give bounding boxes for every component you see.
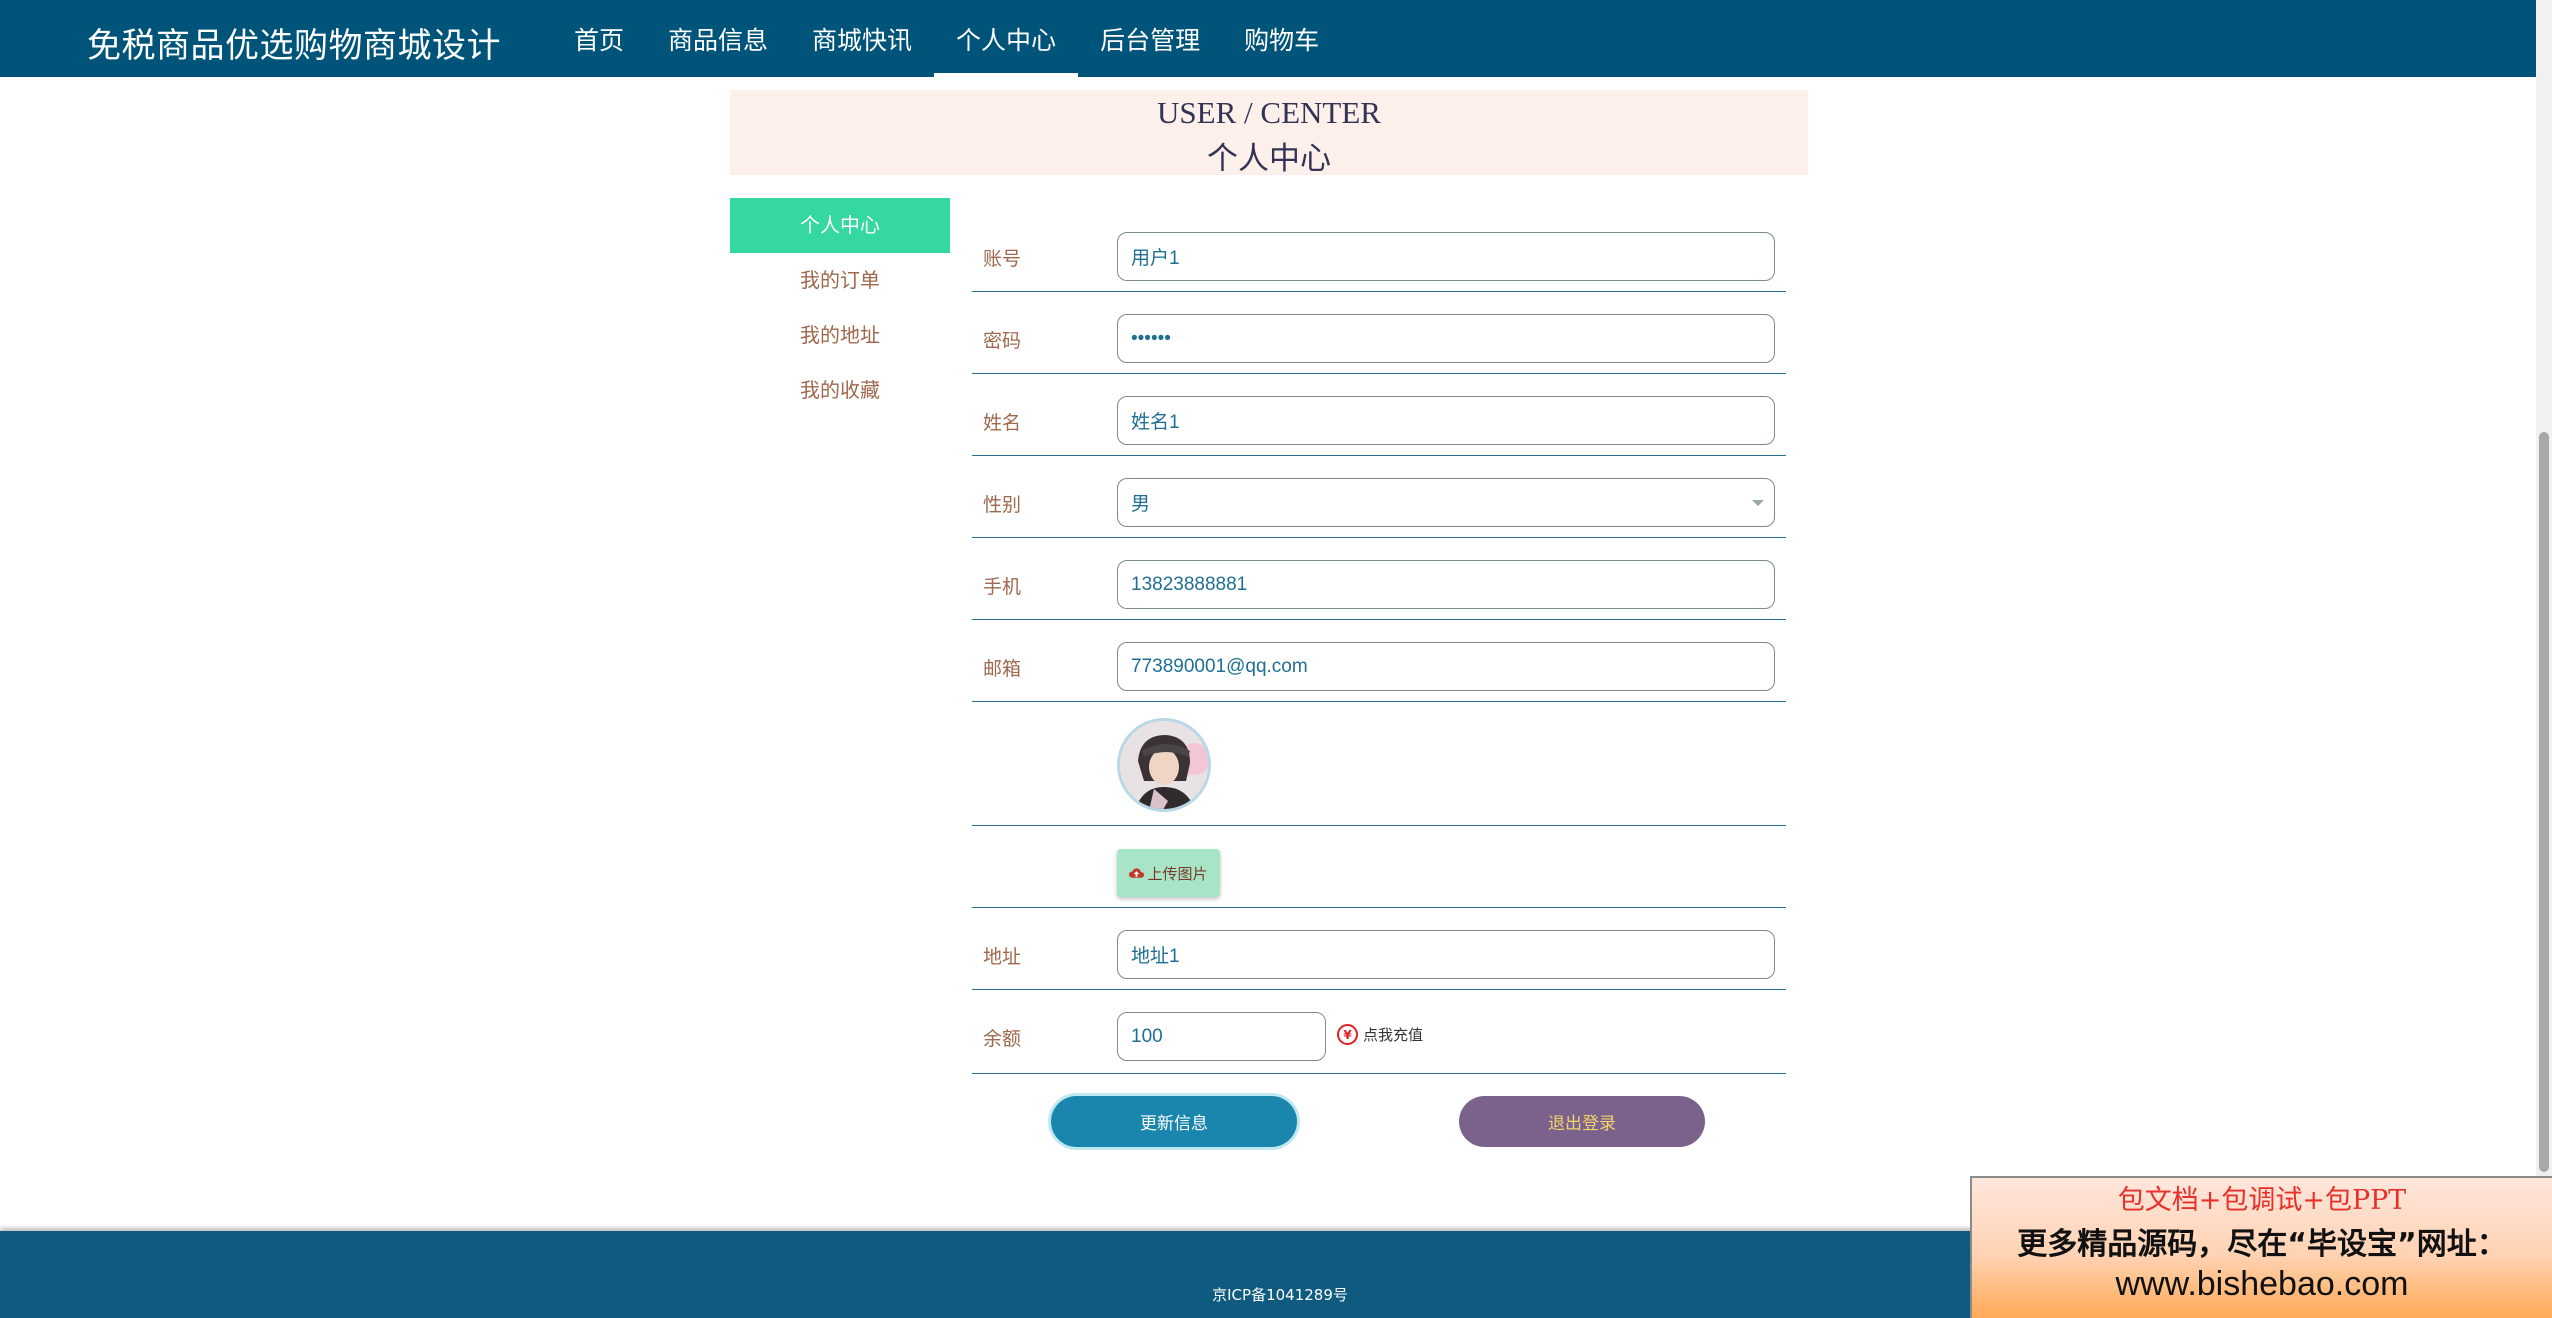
upload-image-button[interactable]: 上传图片 [1117, 849, 1220, 897]
page-title-cn: 个人中心 [1207, 141, 1331, 177]
user-side-menu: 个人中心 我的订单 我的地址 我的收藏 [730, 198, 950, 418]
upload-cloud-icon [1129, 868, 1145, 878]
balance-input[interactable]: 100 [1117, 1012, 1326, 1061]
nav-cart[interactable]: 购物车 [1222, 0, 1341, 77]
chevron-down-icon [1752, 500, 1764, 506]
form-row-name: 姓名 姓名1 [972, 374, 1786, 456]
form-row-upload: 上传图片 [972, 826, 1786, 908]
form-row-gender: 性别 男 [972, 456, 1786, 538]
phone-input[interactable]: 13823888881 [1117, 560, 1775, 609]
account-label: 账号 [983, 248, 1022, 270]
form-row-address: 地址 地址1 [972, 908, 1786, 990]
address-label: 地址 [983, 946, 1022, 968]
scrollbar-thumb[interactable] [2539, 432, 2549, 1172]
main-nav: 首页 商品信息 商城快讯 个人中心 后台管理 购物车 [552, 0, 1341, 77]
top-navbar: 免税商品优选购物商城设计 首页 商品信息 商城快讯 个人中心 后台管理 购物车 [0, 0, 2536, 77]
yen-icon: ¥ [1337, 1024, 1358, 1045]
address-input[interactable]: 地址1 [1117, 930, 1775, 979]
recharge-link[interactable]: ¥ 点我充值 [1337, 1024, 1423, 1045]
side-item-favorites[interactable]: 我的收藏 [730, 363, 950, 418]
gender-select[interactable]: 男 [1117, 478, 1775, 527]
gender-label: 性别 [983, 494, 1022, 516]
phone-label: 手机 [983, 576, 1022, 598]
profile-form: 账号 用户1 密码 •••••• 姓名 姓名1 性别 男 手机 13823888… [972, 220, 1786, 1074]
nav-news[interactable]: 商城快讯 [790, 0, 934, 77]
password-input[interactable]: •••••• [1117, 314, 1775, 363]
balance-label: 余额 [983, 1028, 1022, 1050]
nav-user-center[interactable]: 个人中心 [934, 0, 1079, 77]
name-input[interactable]: 姓名1 [1117, 396, 1775, 445]
form-row-phone: 手机 13823888881 [972, 538, 1786, 620]
site-title[interactable]: 免税商品优选购物商城设计 [87, 18, 501, 67]
account-input[interactable]: 用户1 [1117, 232, 1775, 281]
nav-products[interactable]: 商品信息 [646, 0, 790, 77]
side-item-addresses[interactable]: 我的地址 [730, 308, 950, 363]
form-row-avatar [972, 702, 1786, 826]
page-title-en: USER / CENTER [1157, 95, 1381, 130]
email-label: 邮箱 [983, 658, 1022, 680]
side-item-orders[interactable]: 我的订单 [730, 253, 950, 308]
form-row-account: 账号 用户1 [972, 220, 1786, 292]
avatar [1117, 718, 1211, 812]
page-title-banner: USER / CENTER 个人中心 [730, 90, 1808, 177]
promo-banner[interactable]: 包文档+包调试+包PPT 更多精品源码，尽在“毕设宝”网址： www.bishe… [1970, 1176, 2552, 1318]
side-item-user-center[interactable]: 个人中心 [730, 198, 950, 253]
upload-image-label: 上传图片 [1147, 864, 1208, 883]
form-row-balance: 余额 100 ¥ 点我充值 [972, 990, 1786, 1074]
promo-url[interactable]: www.bishebao.com [1972, 1265, 2552, 1304]
gender-selected-value: 男 [1131, 494, 1151, 515]
nav-home[interactable]: 首页 [552, 0, 646, 77]
form-row-email: 邮箱 773890001@qq.com [972, 620, 1786, 702]
promo-line-1: 包文档+包调试+包PPT [2117, 1185, 2407, 1216]
email-input[interactable]: 773890001@qq.com [1117, 642, 1775, 691]
logout-button[interactable]: 退出登录 [1459, 1096, 1705, 1147]
page: 免税商品优选购物商城设计 首页 商品信息 商城快讯 个人中心 后台管理 购物车 … [0, 0, 2552, 1318]
recharge-label: 点我充值 [1363, 1026, 1424, 1044]
nav-admin[interactable]: 后台管理 [1078, 0, 1222, 77]
password-label: 密码 [983, 330, 1022, 352]
update-info-button[interactable]: 更新信息 [1051, 1096, 1297, 1147]
promo-line-2: 更多精品源码，尽在“毕设宝”网址： [2017, 1227, 2507, 1262]
name-label: 姓名 [983, 412, 1022, 434]
form-row-password: 密码 •••••• [972, 292, 1786, 374]
